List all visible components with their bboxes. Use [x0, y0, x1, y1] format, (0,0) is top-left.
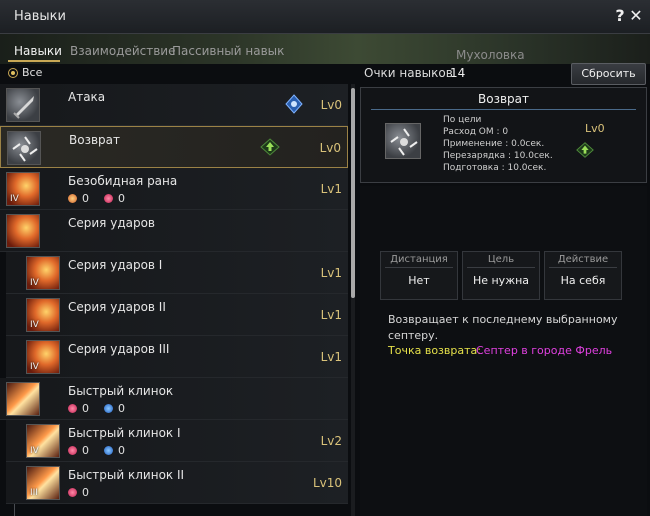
detail-stats: По цели Расход ОМ : 0 Применение : 0.0се… [443, 115, 553, 173]
blue-gem-icon [104, 404, 113, 413]
skill-level: Lv1 [320, 182, 342, 196]
skill-level: Lv1 [320, 350, 342, 364]
filter-row: Все [0, 64, 356, 84]
detail-level: Lv0 [585, 122, 605, 135]
swirl-icon [385, 123, 421, 159]
skill-row[interactable]: IV Серия ударов I Lv1 [6, 252, 348, 294]
skill-name: Серия ударов III [68, 342, 170, 356]
skill-name: Быстрый клинок II [68, 468, 185, 482]
tab-passive[interactable]: Пассивный навык [172, 44, 284, 58]
red-gem-icon [104, 194, 113, 203]
combo-icon: IV [26, 256, 60, 290]
skill-name: Серия ударов I [68, 258, 163, 272]
return-point-value: Септер в городе Фрель [476, 344, 613, 357]
slash-icon: IV [6, 172, 40, 206]
attr-action: Действие На себя [544, 251, 622, 300]
skill-name: Быстрый клинок I [68, 426, 181, 440]
skill-row[interactable]: IV Быстрый клинок I 0 0 Lv2 [6, 420, 348, 462]
skill-row[interactable]: Атака Lv0 [0, 84, 348, 126]
tab-skills[interactable]: Навыки [14, 44, 62, 58]
stat-red: 0 [68, 486, 89, 499]
skill-name: Быстрый клинок [68, 384, 174, 398]
stat-blue: 0 [104, 402, 125, 415]
stat-blue: 0 [104, 444, 125, 457]
combo-icon: IV [26, 340, 60, 374]
skill-row[interactable]: III Быстрый клинок II 0 Lv10 [6, 462, 348, 504]
combo-icon [6, 214, 40, 248]
attr-target: Цель Не нужна [462, 251, 540, 300]
stat-red: 0 [104, 192, 125, 205]
skill-level: Lv0 [319, 141, 341, 155]
background-label: Мухоловка [456, 48, 525, 62]
skill-points-value: 14 [450, 66, 466, 80]
skill-list: Атака Lv0 Возврат Lv0 IV Безобидная рана… [0, 84, 350, 516]
skill-row[interactable]: IV Серия ударов II Lv1 [6, 294, 348, 336]
skill-name: Возврат [69, 133, 120, 147]
stat-orange: 0 [68, 192, 89, 205]
skill-row[interactable]: Возврат Lv0 [0, 126, 348, 168]
green-arrow-icon[interactable] [575, 140, 595, 160]
skill-points-label: Очки навыков [364, 66, 453, 80]
window-title: Навыки [14, 9, 66, 24]
close-icon[interactable]: ✕ [626, 6, 646, 26]
swirl-icon [7, 131, 41, 165]
detail-title: Возврат [478, 92, 529, 106]
skill-level: Lv10 [312, 476, 342, 490]
stat-red: 0 [68, 444, 89, 457]
skill-description: Возвращает к последнему выбранному септе… [388, 313, 618, 342]
tab-interaction[interactable]: Взаимодействие [70, 44, 175, 58]
skill-name: Серия ударов II [68, 300, 166, 314]
blue-gem-icon [285, 94, 303, 114]
skill-level: Lv1 [320, 266, 342, 280]
red-gem-icon [68, 488, 77, 497]
skill-name: Безобидная рана [68, 174, 178, 188]
reset-button[interactable]: Сбросить [571, 63, 646, 85]
blade-icon: IV [26, 424, 60, 458]
skill-row[interactable]: IV Безобидная рана 0 0 Lv1 [0, 168, 348, 210]
green-arrow-icon [260, 138, 280, 156]
skill-name: Атака [68, 90, 106, 104]
red-gem-icon [68, 446, 77, 455]
skill-row[interactable]: Быстрый клинок 0 0 [0, 378, 348, 420]
blade-icon [6, 382, 40, 416]
red-gem-icon [68, 404, 77, 413]
sword-icon [6, 88, 40, 122]
orange-gem-icon [68, 194, 77, 203]
return-point-label: Точка возврата: [388, 344, 481, 357]
divider [371, 109, 636, 110]
skill-level: Lv1 [320, 308, 342, 322]
active-tab-indicator [8, 60, 60, 62]
filter-all-label[interactable]: Все [22, 66, 42, 79]
skill-level: Lv2 [320, 434, 342, 448]
title-bar: Навыки ? ✕ [0, 0, 650, 34]
skill-row[interactable]: IV Серия ударов III Lv1 [6, 336, 348, 378]
combo-icon: IV [26, 298, 60, 332]
skill-row[interactable]: Серия ударов [0, 210, 348, 252]
scrollbar-thumb[interactable] [351, 88, 355, 298]
filter-all-radio[interactable] [8, 68, 18, 78]
stat-red: 0 [68, 402, 89, 415]
blade-icon: III [26, 466, 60, 500]
skill-level: Lv0 [320, 98, 342, 112]
blue-gem-icon [104, 446, 113, 455]
skill-detail-card: Возврат По цели Расход ОМ : 0 Применение… [360, 87, 647, 183]
skill-name: Серия ударов [68, 216, 155, 230]
attr-distance: Дистанция Нет [380, 251, 458, 300]
